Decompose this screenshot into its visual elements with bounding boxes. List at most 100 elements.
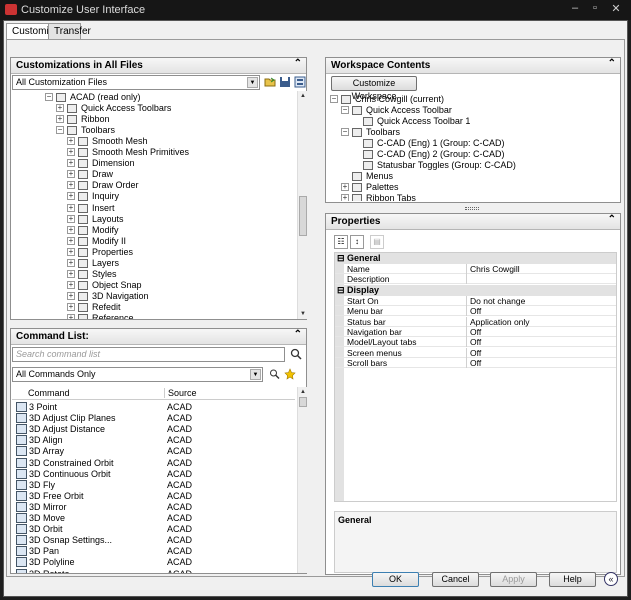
table-row[interactable]: 3D Adjust Distance ACAD bbox=[12, 424, 295, 435]
tab-transfer[interactable]: Transfer bbox=[48, 23, 91, 40]
customization-options-icon[interactable] bbox=[294, 76, 306, 88]
tree-node[interactable]: + Refedit bbox=[12, 302, 297, 313]
expand-toggle-icon[interactable]: + bbox=[56, 115, 64, 124]
tree-node[interactable]: + Properties bbox=[12, 247, 297, 258]
customization-file-select[interactable]: All Customization Files ▼ bbox=[12, 75, 260, 90]
customizations-scrollbar[interactable]: ▲ ▼ bbox=[297, 91, 307, 319]
expand-toggle-icon[interactable]: + bbox=[67, 148, 75, 157]
scroll-thumb[interactable] bbox=[299, 397, 307, 407]
tree-node[interactable]: + Object Snap bbox=[12, 280, 297, 291]
expand-toggle-icon[interactable]: − bbox=[341, 128, 349, 136]
alphabetical-sort-icon[interactable]: ↕ bbox=[350, 235, 364, 249]
command-filter-select[interactable]: All Commands Only ▼ bbox=[12, 367, 263, 382]
tree-node[interactable]: + Palettes bbox=[327, 182, 619, 193]
command-search-input[interactable]: Search command list bbox=[12, 347, 285, 362]
tree-node[interactable]: − Quick Access Toolbar bbox=[327, 105, 619, 116]
expand-toggle-icon[interactable]: − bbox=[341, 106, 349, 114]
column-source-header[interactable]: Source bbox=[164, 388, 197, 398]
tree-node[interactable]: − Chris Cowgill (current) bbox=[327, 94, 619, 105]
tree-node[interactable]: +3D Navigation bbox=[12, 291, 297, 302]
tree-node[interactable]: Statusbar Toggles (Group: C-CAD) bbox=[327, 160, 619, 171]
collapse-icon[interactable]: ⌃ bbox=[608, 58, 616, 69]
tree-node[interactable]: + Dimension bbox=[12, 158, 297, 169]
tree-node[interactable]: + Layouts bbox=[12, 214, 297, 225]
apply-button[interactable]: Apply bbox=[490, 572, 537, 587]
new-command-icon[interactable] bbox=[284, 368, 296, 380]
splitter-grip[interactable] bbox=[465, 207, 479, 210]
tree-node[interactable]: + Smooth Mesh bbox=[12, 136, 297, 147]
tree-node[interactable]: + Draw bbox=[12, 169, 297, 180]
table-row[interactable]: 3 Point ACAD bbox=[12, 402, 295, 413]
tree-node[interactable]: − Toolbars bbox=[12, 125, 297, 136]
table-row[interactable]: 3D Adjust Clip Planes ACAD bbox=[12, 413, 295, 424]
scroll-up-icon[interactable]: ▲ bbox=[298, 91, 308, 101]
collapse-icon[interactable]: ⌃ bbox=[608, 214, 616, 225]
tree-node[interactable]: Quick Access Toolbar 1 bbox=[327, 116, 619, 127]
table-row[interactable]: 3D Orbit ACAD bbox=[12, 524, 295, 535]
tree-node[interactable]: C-CAD (Eng) 1 (Group: C-CAD) bbox=[327, 138, 619, 149]
property-row[interactable]: Menu bar Off bbox=[335, 306, 616, 317]
property-row[interactable]: Navigation bar Off bbox=[335, 327, 616, 337]
property-row[interactable]: Name Chris Cowgill bbox=[335, 264, 616, 274]
property-value[interactable]: Off bbox=[470, 358, 481, 368]
table-row[interactable]: 3D Free Orbit ACAD bbox=[12, 490, 295, 502]
property-pages-icon[interactable]: ▤ bbox=[370, 235, 384, 249]
scroll-thumb[interactable] bbox=[299, 196, 307, 236]
tree-node[interactable]: − ACAD (read only) bbox=[12, 92, 297, 103]
table-row[interactable]: 3D Align ACAD bbox=[12, 435, 295, 446]
expand-toggle-icon[interactable]: + bbox=[67, 291, 75, 300]
table-row[interactable]: 3D Constrained Orbit ACAD bbox=[12, 457, 295, 469]
expand-toggle-icon[interactable]: + bbox=[341, 194, 349, 201]
tree-node[interactable]: Menus bbox=[327, 171, 619, 182]
collapse-icon[interactable]: ⌃ bbox=[294, 58, 302, 69]
property-value[interactable]: Off bbox=[470, 306, 481, 316]
open-file-icon[interactable] bbox=[264, 76, 276, 88]
ok-button[interactable]: OK bbox=[372, 572, 419, 587]
property-value[interactable]: Off bbox=[470, 348, 481, 358]
expand-toggle-icon[interactable]: + bbox=[67, 170, 75, 179]
property-value[interactable]: Off bbox=[470, 327, 481, 337]
property-row[interactable]: Description bbox=[335, 274, 616, 285]
table-row[interactable]: 3D Array ACAD bbox=[12, 446, 295, 457]
table-row[interactable]: 3D Fly ACAD bbox=[12, 479, 295, 491]
tree-node[interactable]: + Smooth Mesh Primitives bbox=[12, 147, 297, 158]
expand-toggle-icon[interactable]: + bbox=[67, 247, 75, 256]
tree-node[interactable]: + Quick Access Toolbars bbox=[12, 103, 297, 114]
tree-node[interactable]: + Layers bbox=[12, 258, 297, 269]
search-icon[interactable] bbox=[290, 348, 302, 360]
scroll-down-icon[interactable]: ▼ bbox=[298, 309, 308, 319]
column-command-header[interactable]: Command bbox=[28, 388, 70, 398]
expand-toggle-icon[interactable]: + bbox=[67, 181, 75, 190]
close-button[interactable]: ✕ bbox=[607, 2, 625, 15]
tree-node[interactable]: + Ribbon bbox=[12, 114, 297, 125]
property-row[interactable]: Status bar Application only bbox=[335, 316, 616, 327]
tree-node[interactable]: + Insert bbox=[12, 203, 297, 214]
table-row[interactable]: 3D Polyline ACAD bbox=[12, 557, 295, 568]
expand-dialog-icon[interactable]: « bbox=[604, 572, 618, 586]
expand-toggle-icon[interactable]: − bbox=[45, 93, 53, 101]
property-row[interactable]: Scroll bars Off bbox=[335, 358, 616, 369]
property-value[interactable]: Do not change bbox=[470, 296, 525, 306]
minimize-button[interactable]: – bbox=[566, 2, 584, 14]
expand-toggle-icon[interactable]: + bbox=[67, 258, 75, 267]
categorized-icon[interactable]: ☷ bbox=[334, 235, 348, 249]
table-row[interactable]: 3D Move ACAD bbox=[12, 513, 295, 524]
table-row[interactable]: 3D Osnap Settings... ACAD bbox=[12, 535, 295, 546]
expand-toggle-icon[interactable]: + bbox=[67, 192, 75, 201]
expand-toggle-icon[interactable]: + bbox=[67, 214, 75, 223]
tree-node[interactable]: − Toolbars bbox=[327, 127, 619, 138]
property-row[interactable]: Start On Do not change bbox=[335, 295, 616, 306]
expand-toggle-icon[interactable]: + bbox=[67, 225, 75, 234]
expand-toggle-icon[interactable]: + bbox=[67, 137, 75, 146]
scroll-up-icon[interactable]: ▲ bbox=[298, 387, 308, 397]
expand-toggle-icon[interactable]: + bbox=[67, 203, 75, 212]
save-icon[interactable] bbox=[279, 76, 291, 88]
help-button[interactable]: Help bbox=[549, 572, 596, 587]
property-row[interactable]: Model/Layout tabs Off bbox=[335, 337, 616, 348]
table-row[interactable]: 3D Pan ACAD bbox=[12, 546, 295, 557]
tree-node[interactable]: + Draw Order bbox=[12, 180, 297, 191]
expand-toggle-icon[interactable]: − bbox=[56, 126, 64, 135]
expand-toggle-icon[interactable]: + bbox=[67, 236, 75, 245]
customize-workspace-button[interactable]: Customize Workspace bbox=[331, 76, 417, 101]
collapse-icon[interactable]: ⌃ bbox=[294, 329, 302, 340]
